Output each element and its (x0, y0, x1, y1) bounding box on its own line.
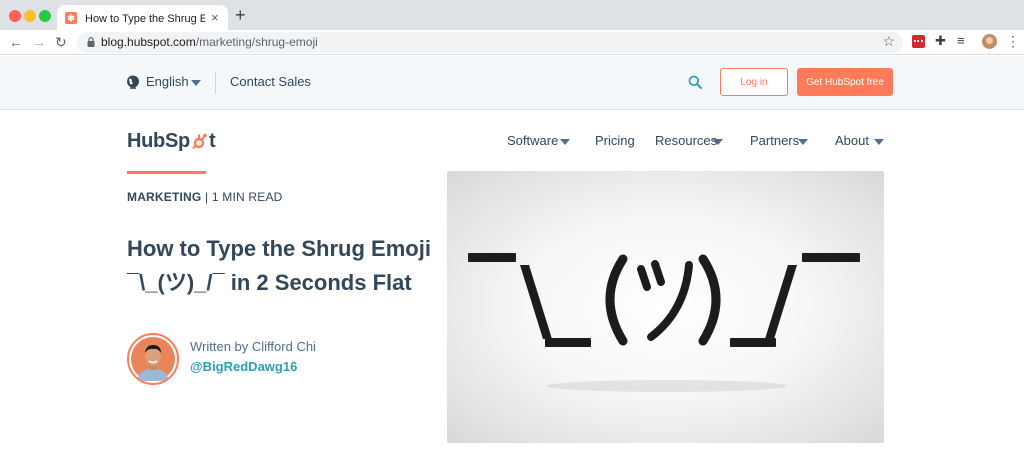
window-minimize-button[interactable] (24, 10, 36, 22)
url-text: blog.hubspot.com/marketing/shrug-emoji (101, 35, 318, 49)
get-hubspot-free-button[interactable]: Get HubSpot free (797, 68, 893, 96)
language-selector[interactable]: English (146, 74, 189, 89)
window-close-button[interactable] (9, 10, 21, 22)
shrug-face (605, 254, 721, 346)
author-byline: Written by Clifford Chi (190, 339, 316, 354)
bookmark-star-icon[interactable]: ☆ (882, 33, 895, 50)
back-arrow-icon[interactable]: ← (9, 33, 23, 51)
headline-line-1: How to Type the Shrug Emoji (127, 236, 431, 261)
hubspot-logo[interactable]: HubSp t (127, 127, 216, 155)
sprocket-icon (192, 133, 207, 149)
hero-image (447, 171, 884, 443)
window-maximize-button[interactable] (39, 10, 51, 22)
address-bar[interactable]: blog.hubspot.com/marketing/shrug-emoji ☆ (77, 32, 903, 53)
read-time: | 1 MIN READ (205, 190, 283, 204)
resources-chevron-down-icon[interactable] (713, 139, 723, 145)
browser-tab-bar: ✱ How to Type the Shrug Emoji ¯\_(ツ)_/¯ … (0, 0, 1024, 30)
article-topic-line: MARKETING | 1 MIN READ (127, 190, 283, 204)
author-handle-link[interactable]: @BigRedDawg16 (190, 359, 297, 374)
article-headline: How to Type the Shrug Emoji ¯\_(ツ)_/¯ in… (127, 232, 442, 300)
partners-chevron-down-icon[interactable] (798, 139, 808, 145)
hubspot-favicon-icon: ✱ (65, 11, 77, 24)
login-button[interactable]: Log in (720, 68, 788, 96)
browser-menu-icon[interactable]: ⋮ (1006, 33, 1020, 49)
search-icon[interactable] (688, 75, 702, 89)
lastpass-extension-icon[interactable] (912, 35, 925, 48)
lock-icon (87, 37, 95, 47)
utility-bar: English Contact Sales Log in Get HubSpot… (0, 56, 1024, 110)
author-photo-icon (131, 337, 175, 381)
logo-underline-accent (127, 171, 206, 174)
topic-tag-link[interactable]: MARKETING (127, 190, 201, 204)
reload-icon[interactable]: ↻ (55, 33, 67, 51)
shrug-emoji-illustration (468, 253, 860, 392)
profile-avatar[interactable] (982, 34, 997, 49)
tab-title: How to Type the Shrug Emoji ¯\_(ツ)_/¯ in… (85, 12, 205, 25)
software-chevron-down-icon[interactable] (560, 139, 570, 145)
utility-divider (215, 72, 216, 94)
nav-item-partners[interactable]: Partners (750, 133, 799, 148)
extensions-puzzle-icon[interactable]: ✚ (935, 33, 946, 49)
browser-toolbar: ← → ↻ blog.hubspot.com/marketing/shrug-e… (0, 30, 1024, 55)
tab-close-icon[interactable]: × (211, 11, 219, 24)
logo-text-end: t (208, 129, 216, 152)
forward-arrow-icon[interactable]: → (32, 33, 46, 51)
author-avatar[interactable] (127, 333, 179, 385)
media-queue-icon[interactable]: ≡ (957, 33, 965, 49)
nav-item-pricing[interactable]: Pricing (595, 133, 635, 148)
globe-icon (127, 75, 139, 89)
nav-item-about[interactable]: About (835, 133, 869, 148)
logo-text-start: HubSp (127, 129, 190, 152)
shrug-glyphs (468, 253, 860, 347)
new-tab-button[interactable]: + (235, 6, 246, 24)
nav-item-software[interactable]: Software (507, 133, 558, 148)
url-path: /marketing/shrug-emoji (195, 35, 318, 49)
headline-line-2: ¯\_(ツ)_/¯ in 2 Seconds Flat (127, 270, 412, 295)
contact-sales-link[interactable]: Contact Sales (230, 74, 311, 89)
about-chevron-down-icon[interactable] (874, 139, 884, 145)
language-chevron-down-icon[interactable] (191, 80, 201, 86)
browser-tab[interactable]: ✱ How to Type the Shrug Emoji ¯\_(ツ)_/¯ … (57, 5, 228, 30)
url-domain: blog.hubspot.com (101, 35, 196, 49)
nav-item-resources[interactable]: Resources (655, 133, 717, 148)
